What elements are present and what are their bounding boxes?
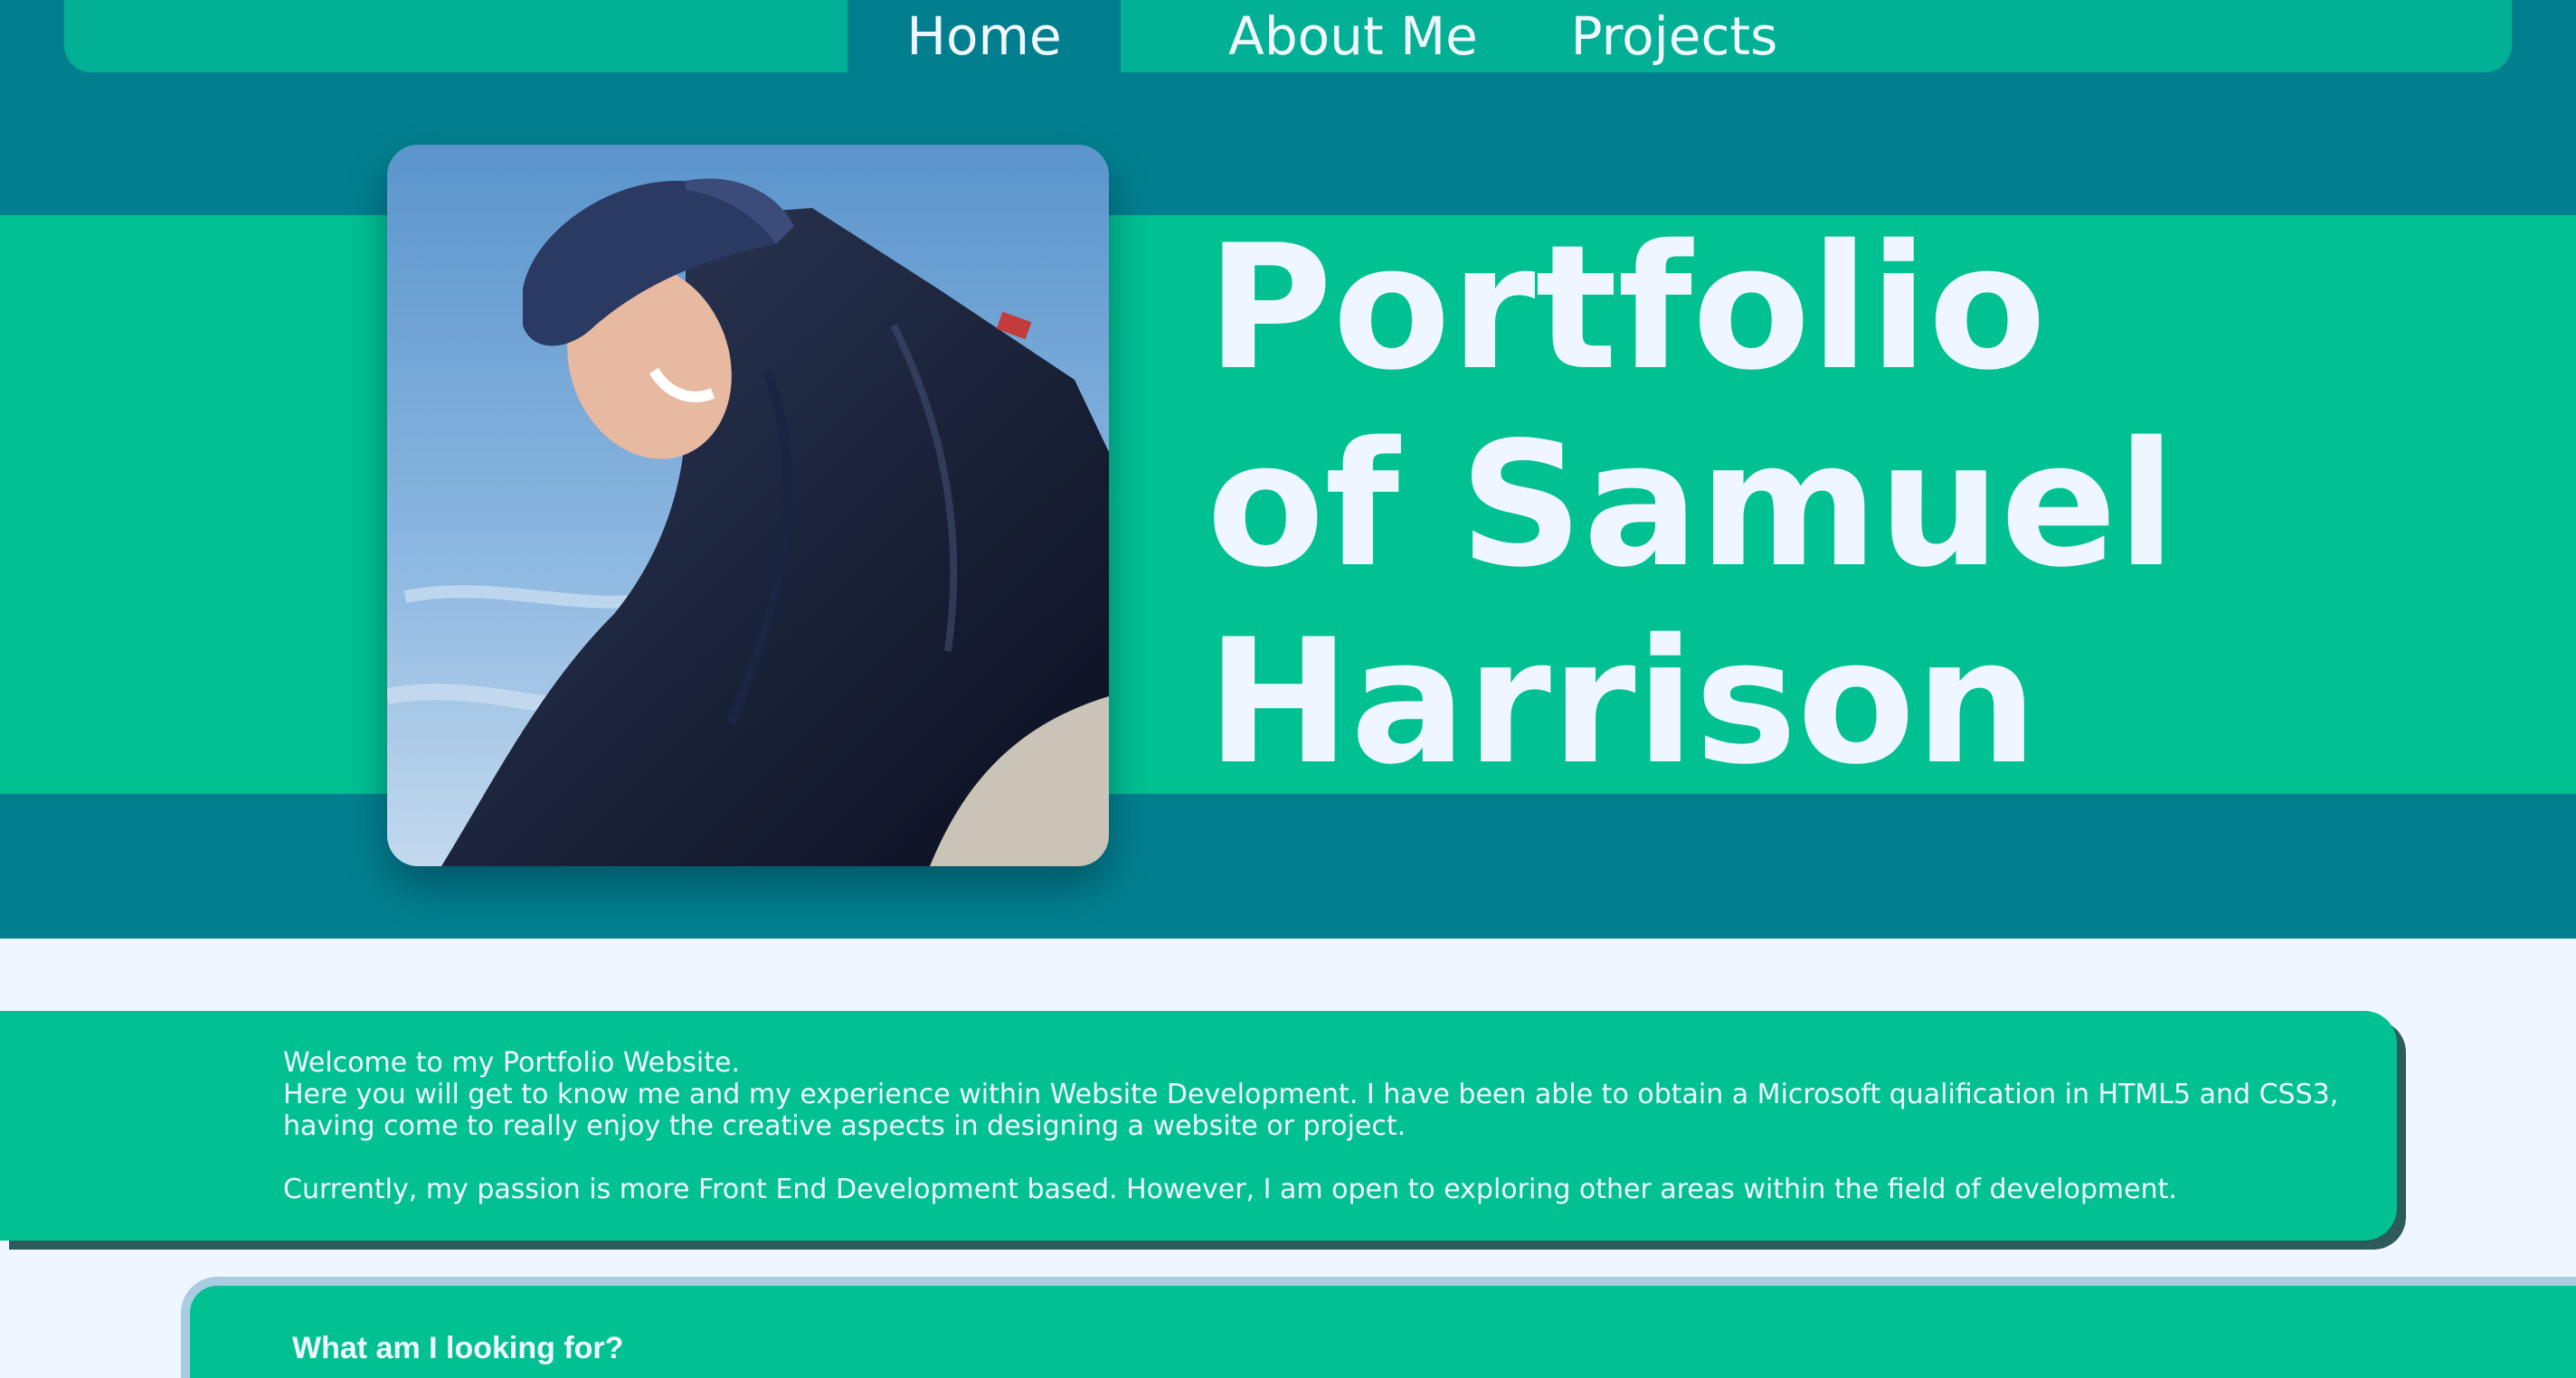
passion-paragraph: Currently, my passion is more Front End … bbox=[283, 1174, 2177, 1205]
hero-section: Home About Me Projects Portfolio of Samu… bbox=[0, 0, 2576, 939]
welcome-line: Welcome to my Portfolio Website. bbox=[283, 1047, 741, 1079]
welcome-text: Welcome to my Portfolio Website. Here yo… bbox=[283, 1047, 2345, 1205]
page-title-line-3: Harrison bbox=[1207, 602, 2038, 802]
page-title: Portfolio of Samuel Harrison bbox=[1207, 210, 2202, 801]
looking-for-card: What am I looking for? bbox=[181, 1277, 2576, 1378]
profile-photo bbox=[387, 145, 1109, 866]
profile-photo-image bbox=[387, 145, 1109, 866]
nav-about-me-link[interactable]: About Me bbox=[1159, 0, 1548, 72]
experience-paragraph: Here you will get to know me and my expe… bbox=[283, 1079, 2339, 1142]
top-navigation: Home About Me Projects bbox=[64, 0, 2512, 72]
looking-for-heading: What am I looking for? bbox=[292, 1331, 624, 1365]
page: Home About Me Projects Portfolio of Samu… bbox=[0, 0, 2576, 1378]
nav-projects-link[interactable]: Projects bbox=[1539, 0, 1810, 72]
nav-home-link[interactable]: Home bbox=[848, 0, 1121, 72]
page-title-line-1: Portfolio bbox=[1207, 208, 2047, 408]
page-title-line-2: of Samuel bbox=[1207, 405, 2176, 605]
welcome-card: Welcome to my Portfolio Website. Here yo… bbox=[0, 1011, 2397, 1241]
